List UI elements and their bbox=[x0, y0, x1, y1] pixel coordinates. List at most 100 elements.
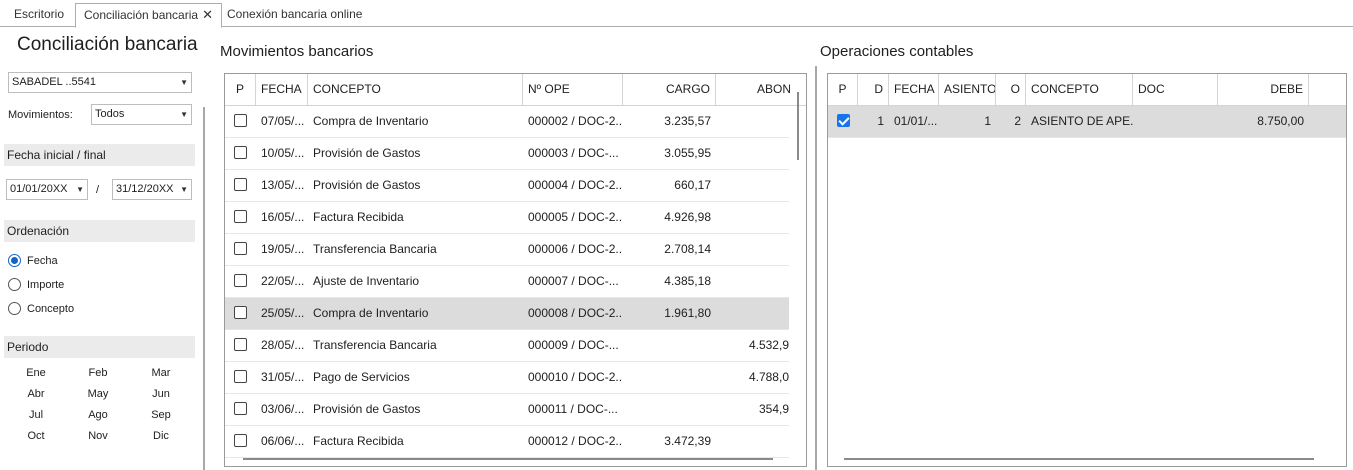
month-abr[interactable]: Abr bbox=[16, 388, 56, 400]
month-dic[interactable]: Dic bbox=[141, 430, 181, 442]
table-row[interactable]: 06/06/... Factura Recibida 000012 / DOC-2.… bbox=[225, 426, 789, 458]
row-checkbox-cell bbox=[225, 394, 256, 425]
table-row[interactable]: 1 01/01/... 1 2 ASIENTO DE APE... 8.750,00 bbox=[828, 106, 1346, 138]
cell-n-ope: 000010 / DOC-2... bbox=[528, 370, 623, 384]
month-jul[interactable]: Jul bbox=[16, 409, 56, 421]
cell-n-ope: 000004 / DOC-2... bbox=[528, 178, 623, 192]
tab-escritorio[interactable]: Escritorio bbox=[6, 3, 72, 27]
table-row[interactable]: 19/05/... Transferencia Bancaria 000006 / … bbox=[225, 234, 789, 266]
column-header-cargo[interactable]: CARGO bbox=[623, 74, 716, 105]
bank-grid-vertical-scrollbar[interactable] bbox=[797, 92, 799, 160]
filter-sidebar: Conciliación bancaria SABADEL ..5541 ▼ M… bbox=[0, 27, 212, 470]
table-row[interactable]: 07/05/... Compra de Inventario 000002 / DO… bbox=[225, 106, 789, 138]
cell-abono: 354,9 bbox=[758, 402, 789, 416]
checkbox[interactable] bbox=[234, 370, 247, 383]
row-checkbox-cell bbox=[225, 170, 256, 201]
cell-n-ope: 000003 / DOC-... bbox=[528, 146, 619, 160]
column-header-d[interactable]: D bbox=[858, 74, 889, 105]
bank-grid-horizontal-scrollbar[interactable] bbox=[243, 458, 773, 460]
column-header-n-ope[interactable]: Nº OPE bbox=[523, 74, 623, 105]
column-header-doc[interactable]: DOC bbox=[1133, 74, 1218, 105]
cell-concepto: ASIENTO DE APE... bbox=[1031, 114, 1133, 128]
cell-fecha: 10/05/... bbox=[261, 146, 305, 160]
bank-movements-heading: Movimientos bancarios bbox=[220, 43, 374, 60]
tab-conexion-bancaria-online[interactable]: Conexión bancaria online bbox=[219, 3, 370, 27]
table-row[interactable]: 25/05/... Compra de Inventario 000008 / DO… bbox=[225, 298, 789, 330]
column-header-o[interactable]: O bbox=[996, 74, 1026, 105]
bank-movements-grid: P FECHA CONCEPTO Nº OPE CARGO ABON 07/05… bbox=[224, 73, 807, 467]
month-jun[interactable]: Jun bbox=[141, 388, 181, 400]
close-icon[interactable]: ✕ bbox=[202, 4, 213, 26]
month-mar[interactable]: Mar bbox=[141, 367, 181, 379]
cell-fecha: 19/05/... bbox=[261, 242, 305, 256]
accounting-operations-heading: Operaciones contables bbox=[820, 43, 974, 60]
checkbox[interactable] bbox=[234, 274, 247, 287]
accounting-grid-horizontal-scrollbar[interactable] bbox=[844, 458, 1314, 460]
cell-concepto: Provisión de Gastos bbox=[313, 402, 421, 416]
end-date-picker[interactable]: 31/12/20XX ▼ bbox=[112, 179, 192, 200]
cell-fecha: 07/05/... bbox=[261, 114, 305, 128]
row-checkbox-cell bbox=[225, 202, 256, 233]
month-nov[interactable]: Nov bbox=[78, 430, 118, 442]
order-option-importe[interactable]: Importe bbox=[8, 277, 64, 293]
column-header-p[interactable]: P bbox=[225, 74, 256, 105]
column-header-fecha[interactable]: FECHA bbox=[889, 74, 939, 105]
page-title: Conciliación bancaria bbox=[17, 34, 198, 55]
cell-concepto: Pago de Servicios bbox=[313, 370, 410, 384]
start-date-picker[interactable]: 01/01/20XX ▼ bbox=[6, 179, 88, 200]
cell-concepto: Provisión de Gastos bbox=[313, 178, 421, 192]
column-header-concepto[interactable]: CONCEPTO bbox=[308, 74, 523, 105]
tab-conciliacion-bancaria[interactable]: Conciliación bancaria ✕ bbox=[75, 3, 222, 28]
table-row[interactable]: 13/05/... Provisión de Gastos 000004 / DOC… bbox=[225, 170, 789, 202]
account-select[interactable]: SABADEL ..5541 ▼ bbox=[8, 72, 192, 93]
movements-select[interactable]: Todos ▼ bbox=[91, 104, 192, 125]
panel-splitter[interactable] bbox=[815, 66, 817, 470]
cell-fecha: 31/05/... bbox=[261, 370, 305, 384]
radio-icon bbox=[8, 278, 21, 291]
tab-label: Escritorio bbox=[14, 7, 65, 21]
table-row[interactable]: 03/06/... Provisión de Gastos 000011 / DOC… bbox=[225, 394, 789, 426]
cell-doc bbox=[1133, 106, 1218, 137]
order-option-concepto[interactable]: Concepto bbox=[8, 301, 74, 317]
row-checkbox-cell bbox=[828, 106, 858, 137]
checkbox[interactable] bbox=[234, 306, 247, 319]
column-header-debe[interactable]: DEBE bbox=[1218, 74, 1309, 105]
accounting-grid-header: P D FECHA ASIENTO O CONCEPTO DOC DEBE bbox=[828, 74, 1346, 106]
month-oct[interactable]: Oct bbox=[16, 430, 56, 442]
table-row[interactable]: 28/05/... Transferencia Bancaria 000009 / … bbox=[225, 330, 789, 362]
table-row[interactable]: 10/05/... Provisión de Gastos 000003 / DOC… bbox=[225, 138, 789, 170]
tab-label: Conciliación bancaria bbox=[84, 8, 199, 22]
month-sep[interactable]: Sep bbox=[141, 409, 181, 421]
checkbox[interactable] bbox=[234, 178, 247, 191]
checkbox[interactable] bbox=[836, 114, 850, 127]
checkbox[interactable] bbox=[234, 338, 247, 351]
cell-n-ope: 000011 / DOC-... bbox=[528, 402, 618, 416]
checkbox[interactable] bbox=[234, 210, 247, 223]
column-header-concepto[interactable]: CONCEPTO bbox=[1026, 74, 1133, 105]
cell-abono bbox=[716, 106, 789, 137]
month-ago[interactable]: Ago bbox=[78, 409, 118, 421]
order-option-fecha[interactable]: Fecha bbox=[8, 253, 58, 269]
checkbox[interactable] bbox=[234, 434, 247, 447]
checkbox[interactable] bbox=[234, 114, 247, 127]
row-checkbox-cell bbox=[225, 138, 256, 169]
month-may[interactable]: May bbox=[78, 388, 118, 400]
cell-cargo: 660,17 bbox=[674, 178, 711, 192]
checkbox[interactable] bbox=[234, 402, 247, 415]
checkbox[interactable] bbox=[234, 146, 247, 159]
checkbox[interactable] bbox=[234, 242, 247, 255]
month-ene[interactable]: Ene bbox=[16, 367, 56, 379]
column-header-fecha[interactable]: FECHA bbox=[256, 74, 308, 105]
column-header-p[interactable]: P bbox=[828, 74, 858, 105]
table-row[interactable]: 31/05/... Pago de Servicios 000010 / DOC-2… bbox=[225, 362, 789, 394]
cell-fecha: 16/05/... bbox=[261, 210, 305, 224]
sidebar-scrollbar[interactable] bbox=[203, 107, 205, 470]
cell-n-ope: 000002 / DOC-2... bbox=[528, 114, 623, 128]
month-feb[interactable]: Feb bbox=[78, 367, 118, 379]
cell-n-ope: 000006 / DOC-2... bbox=[528, 242, 623, 256]
column-header-asiento[interactable]: ASIENTO bbox=[939, 74, 996, 105]
chevron-down-icon: ▼ bbox=[180, 185, 188, 194]
column-header-abono[interactable]: ABON bbox=[716, 74, 790, 105]
table-row[interactable]: 22/05/... Ajuste de Inventario 000007 / DO… bbox=[225, 266, 789, 298]
table-row[interactable]: 16/05/... Factura Recibida 000005 / DOC-2.… bbox=[225, 202, 789, 234]
